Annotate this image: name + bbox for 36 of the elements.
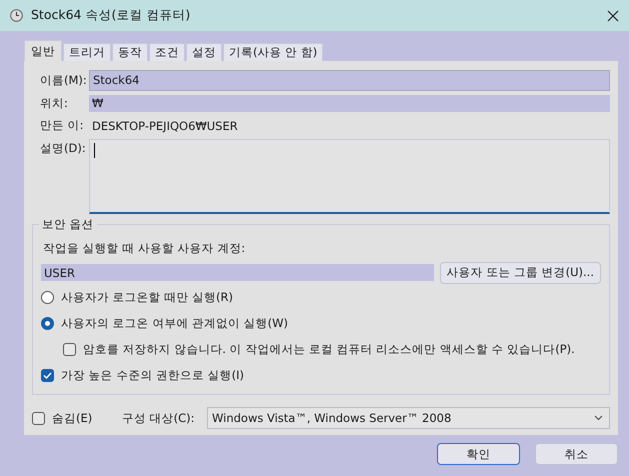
tab[interactable]: 설정 (186, 43, 222, 61)
window-title: Stock64 속성(로컬 컴퓨터) (31, 7, 192, 24)
dialog-button[interactable]: 확인 (437, 443, 520, 465)
clock-icon (10, 9, 23, 22)
tab[interactable]: 동작 (112, 43, 148, 61)
field-label: 위치: (39, 96, 69, 111)
option-label: 암호를 저장하지 않습니다. 이 작업에서는 로컬 컴퓨터 리소스에만 액세스할 수 있습니다(P). (83, 342, 575, 357)
option-label: 숨김(E) (52, 410, 92, 426)
field-label: 설명(D): (39, 140, 87, 156)
field-label: 만든 이: (39, 118, 85, 134)
account-field: USER (41, 264, 434, 282)
field-label: 이름(M): (39, 72, 88, 88)
author-value: DESKTOP-PEJIQO6₩USER (91, 118, 238, 133)
radio-button[interactable] (41, 290, 54, 304)
checkbox[interactable] (63, 342, 76, 356)
change-user-button[interactable]: 사용자 또는 그룹 변경(U)... (440, 262, 601, 284)
option-label: 가장 높은 수준의 권한으로 실행(I) (61, 368, 244, 383)
location-field: ₩ (89, 94, 610, 112)
tab[interactable]: 트리거 (63, 43, 111, 61)
group-title: 보안 옵션 (39, 217, 97, 232)
tab[interactable]: 일반 (24, 40, 62, 61)
radio-button[interactable] (41, 316, 54, 330)
tab[interactable]: 조건 (149, 43, 185, 61)
field-label: 구성 대상(C): (122, 410, 196, 426)
chevron-down-icon (594, 415, 603, 422)
option-label: 사용자의 로그온 여부에 관계없이 실행(W) (61, 316, 288, 331)
tab[interactable]: 기록(사용 안 함) (223, 43, 324, 61)
configure-dropdown[interactable]: Windows Vista™, Windows Server™ 2008 (207, 407, 610, 430)
description-field[interactable] (89, 139, 610, 214)
close-icon[interactable] (607, 10, 619, 22)
option-label: 사용자가 로그온할 때만 실행(R) (61, 290, 233, 305)
account-label: 작업을 실행할 때 사용할 사용자 계정: (43, 241, 246, 256)
name-field[interactable]: Stock64 (89, 70, 610, 91)
dialog-button[interactable]: 취소 (535, 443, 618, 465)
checkbox[interactable] (41, 368, 54, 382)
checkbox[interactable] (32, 412, 45, 425)
